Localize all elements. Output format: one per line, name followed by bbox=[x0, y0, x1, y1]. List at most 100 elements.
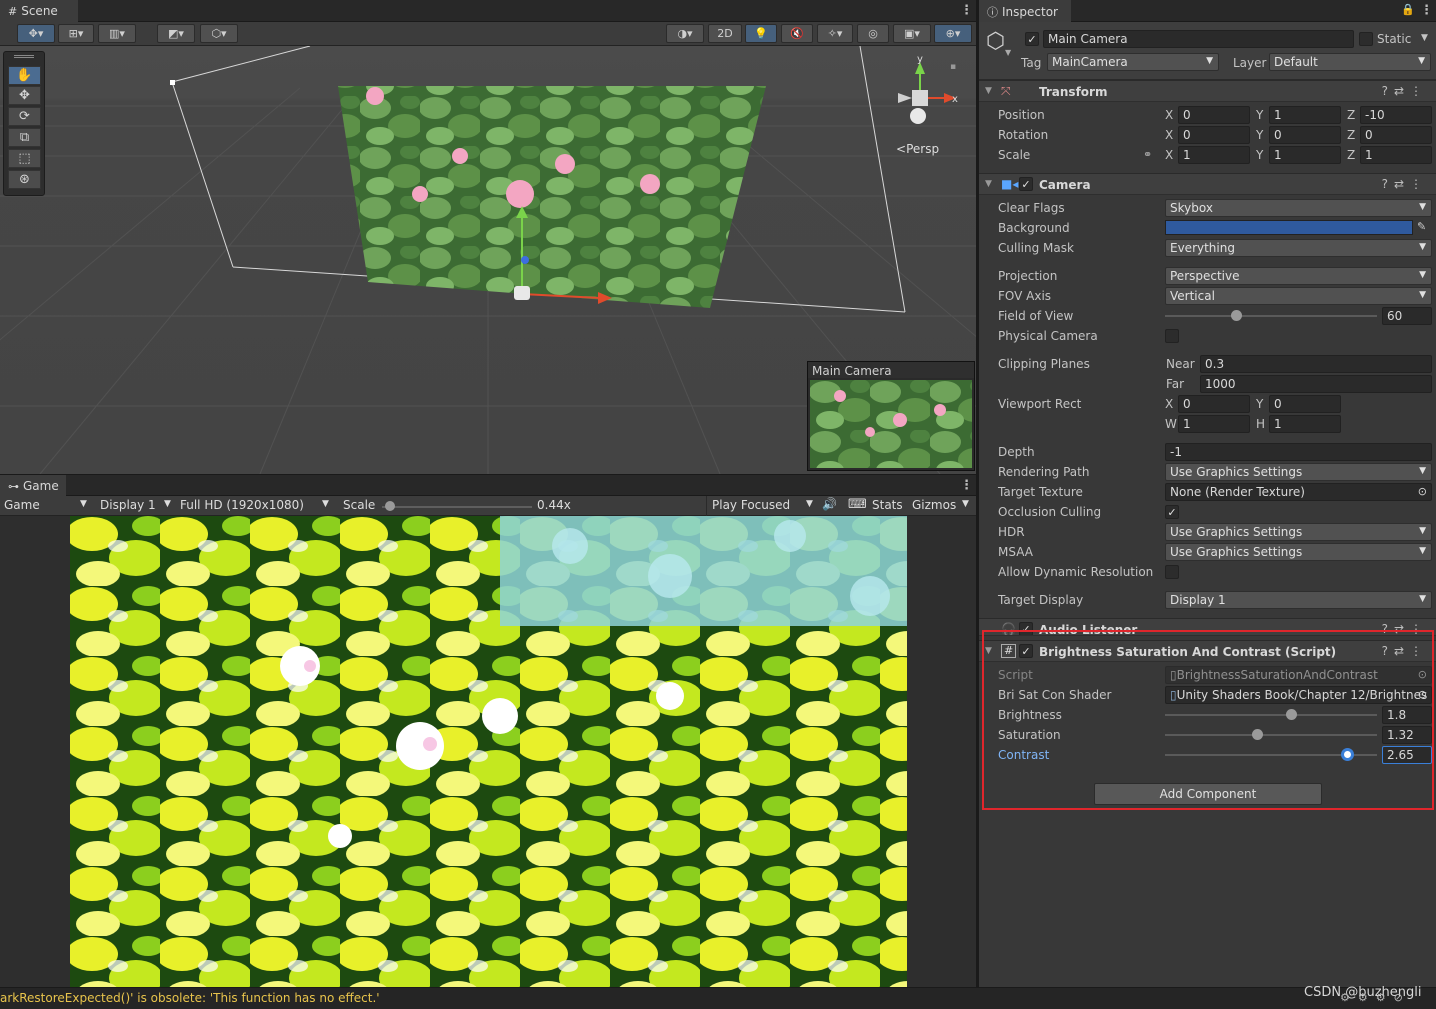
eyedropper-icon[interactable]: ✎ bbox=[1417, 220, 1426, 233]
palette-handle[interactable] bbox=[14, 55, 34, 58]
component-header-icons[interactable]: ?⇄⋮ bbox=[1382, 177, 1428, 191]
audio-toggle[interactable]: 🔇 bbox=[781, 24, 813, 43]
near-field[interactable]: 0.3 bbox=[1200, 355, 1432, 373]
gizmo-dots-icon[interactable]: ▪ bbox=[950, 62, 956, 72]
draw-mode-dropdown[interactable]: ◩▾ bbox=[157, 24, 195, 43]
viewport-y-field[interactable]: 0 bbox=[1269, 395, 1341, 413]
occlusion-culling-checkbox[interactable]: ✓ bbox=[1165, 505, 1179, 519]
viewport-h-field[interactable]: 1 bbox=[1269, 415, 1341, 433]
position-z-field[interactable]: -10 bbox=[1360, 106, 1432, 124]
transform-tools-dropdown[interactable]: ✥▾ bbox=[17, 24, 55, 43]
scale-tool-icon[interactable]: ⧉ bbox=[8, 128, 41, 147]
physical-camera-checkbox[interactable] bbox=[1165, 329, 1179, 343]
stats-button[interactable]: Stats bbox=[872, 498, 903, 512]
fov-slider-track[interactable] bbox=[1165, 315, 1377, 317]
toggle-2d-button[interactable]: 2D bbox=[708, 24, 742, 43]
component-header-icons[interactable]: ?⇄⋮ bbox=[1382, 84, 1428, 98]
game-view[interactable] bbox=[0, 516, 976, 987]
msaa-dropdown[interactable]: Use Graphics Settings ▼ bbox=[1165, 543, 1432, 561]
transform-header[interactable]: ▼ ⤧ Transform ?⇄⋮ bbox=[979, 80, 1436, 102]
object-icon-dropdown-icon[interactable]: ▼ bbox=[1005, 48, 1011, 57]
rotation-z-field[interactable]: 0 bbox=[1360, 126, 1432, 144]
panel-divider[interactable] bbox=[976, 0, 979, 987]
gizmos-button[interactable]: Gizmos bbox=[912, 498, 956, 512]
play-mode-dropdown[interactable]: Play Focused ▼ bbox=[706, 496, 816, 516]
preset-icon[interactable]: ⇄ bbox=[1394, 84, 1410, 98]
position-x-field[interactable]: 0 bbox=[1178, 106, 1250, 124]
constrain-proportions-icon[interactable]: ⚭ bbox=[1143, 148, 1152, 161]
camera-enabled-checkbox[interactable]: ✓ bbox=[1019, 177, 1033, 191]
console-message[interactable]: arkRestoreExpected()' is obsolete: 'This… bbox=[0, 991, 380, 1005]
tab-game[interactable]: ⊶ Game bbox=[0, 475, 66, 497]
gizmos-dropdown[interactable]: ⊕▾ bbox=[934, 24, 972, 43]
persp-label[interactable]: <Persp bbox=[896, 142, 939, 156]
scale-x-field[interactable]: 1 bbox=[1178, 146, 1250, 164]
tab-scene[interactable]: # Scene bbox=[0, 0, 78, 22]
viewport-w-field[interactable]: 1 bbox=[1178, 415, 1250, 433]
move-tool-icon[interactable]: ✥ bbox=[8, 86, 41, 105]
far-field[interactable]: 1000 bbox=[1200, 375, 1432, 393]
inspector-menu-icon[interactable]: ⋮ bbox=[1420, 3, 1433, 18]
object-view-dropdown[interactable]: ⬡▾ bbox=[200, 24, 238, 43]
rotation-x-field[interactable]: 0 bbox=[1178, 126, 1250, 144]
shading-dropdown[interactable]: ◑▾ bbox=[666, 24, 704, 43]
resolution-dropdown[interactable]: Full HD (1920x1080) ▼ bbox=[180, 498, 332, 515]
target-display-dropdown[interactable]: Display 1 ▼ bbox=[1165, 591, 1432, 609]
background-color-field[interactable] bbox=[1165, 220, 1413, 235]
object-name-field[interactable]: Main Camera bbox=[1043, 30, 1354, 48]
object-picker-icon[interactable]: ⊙ bbox=[1418, 485, 1427, 498]
scale-slider[interactable] bbox=[382, 498, 532, 515]
hdr-dropdown[interactable]: Use Graphics Settings ▼ bbox=[1165, 523, 1432, 541]
depth-field[interactable]: -1 bbox=[1165, 443, 1432, 461]
rect-tool-icon[interactable]: ⬚ bbox=[8, 149, 41, 168]
hand-tool-icon[interactable]: ✋ bbox=[8, 66, 41, 85]
transform-tool-icon[interactable]: ⊛ bbox=[8, 170, 41, 189]
preset-icon[interactable]: ⇄ bbox=[1394, 177, 1410, 191]
tab-inspector[interactable]: ⓘ Inspector bbox=[979, 0, 1071, 22]
chevron-down-icon[interactable]: ▼ bbox=[962, 499, 969, 509]
scale-z-field[interactable]: 1 bbox=[1360, 146, 1432, 164]
foldout-arrow-icon[interactable]: ▼ bbox=[985, 179, 992, 189]
target-texture-field[interactable]: None (Render Texture) ⊙ bbox=[1165, 483, 1432, 501]
lighting-toggle[interactable]: 💡 bbox=[745, 24, 777, 43]
rendering-path-dropdown[interactable]: Use Graphics Settings ▼ bbox=[1165, 463, 1432, 481]
game-menu-icon[interactable]: ⋮ bbox=[960, 478, 973, 493]
projection-dropdown[interactable]: Perspective ▼ bbox=[1165, 267, 1432, 285]
status-icons[interactable]: ⚙⚙⚙⊘ bbox=[1340, 991, 1411, 1004]
help-icon[interactable]: ? bbox=[1382, 84, 1394, 98]
snap-toggle[interactable]: ⊞▾ bbox=[58, 24, 94, 43]
help-icon[interactable]: ? bbox=[1382, 177, 1394, 191]
display-dropdown[interactable]: Display 1 ▼ bbox=[100, 498, 174, 515]
culling-mask-dropdown[interactable]: Everything ▼ bbox=[1165, 239, 1432, 257]
camera-header[interactable]: ▼ ■◂ ✓ Camera ?⇄⋮ bbox=[979, 173, 1436, 195]
viewport-x-field[interactable]: 0 bbox=[1178, 395, 1250, 413]
shortcuts-icon[interactable]: ⌨ bbox=[848, 497, 867, 512]
effects-dropdown[interactable]: ✧▾ bbox=[817, 24, 853, 43]
mute-audio-icon[interactable]: 🔊 bbox=[822, 497, 837, 511]
game-view-dropdown[interactable]: Game ▼ bbox=[4, 498, 90, 515]
tag-dropdown[interactable]: MainCamera ▼ bbox=[1047, 53, 1219, 71]
layer-dropdown[interactable]: Default ▼ bbox=[1269, 53, 1431, 71]
lock-icon[interactable]: 🔒 bbox=[1401, 3, 1415, 16]
object-active-checkbox[interactable]: ✓ bbox=[1025, 32, 1039, 46]
grid-snap-dropdown[interactable]: ▥▾ bbox=[98, 24, 136, 43]
scale-slider-knob[interactable] bbox=[385, 501, 395, 511]
clear-flags-dropdown[interactable]: Skybox ▼ bbox=[1165, 199, 1432, 217]
fov-field[interactable]: 60 bbox=[1382, 307, 1432, 325]
fov-axis-dropdown[interactable]: Vertical ▼ bbox=[1165, 287, 1432, 305]
allow-dynamic-checkbox[interactable] bbox=[1165, 565, 1179, 579]
scene-menu-icon[interactable]: ⋮ bbox=[960, 3, 973, 18]
camera-settings-dropdown[interactable]: ▣▾ bbox=[893, 24, 931, 43]
rotation-y-field[interactable]: 0 bbox=[1269, 126, 1341, 144]
scale-y-field[interactable]: 1 bbox=[1269, 146, 1341, 164]
component-menu-icon[interactable]: ⋮ bbox=[1410, 177, 1428, 191]
static-dropdown-icon[interactable]: ▼ bbox=[1421, 33, 1428, 43]
fov-slider-knob[interactable] bbox=[1231, 310, 1243, 321]
static-checkbox[interactable] bbox=[1359, 32, 1373, 46]
position-y-field[interactable]: 1 bbox=[1269, 106, 1341, 124]
foldout-arrow-icon[interactable]: ▼ bbox=[985, 86, 992, 96]
component-menu-icon[interactable]: ⋮ bbox=[1410, 84, 1428, 98]
scene-view[interactable]: y x <Persp ▪ ✋ ✥ ⟳ ⧉ ⬚ ⊛ Main Camera bbox=[0, 46, 976, 474]
rotate-tool-icon[interactable]: ⟳ bbox=[8, 107, 41, 126]
hidden-objects-toggle[interactable]: ◎ bbox=[857, 24, 889, 43]
